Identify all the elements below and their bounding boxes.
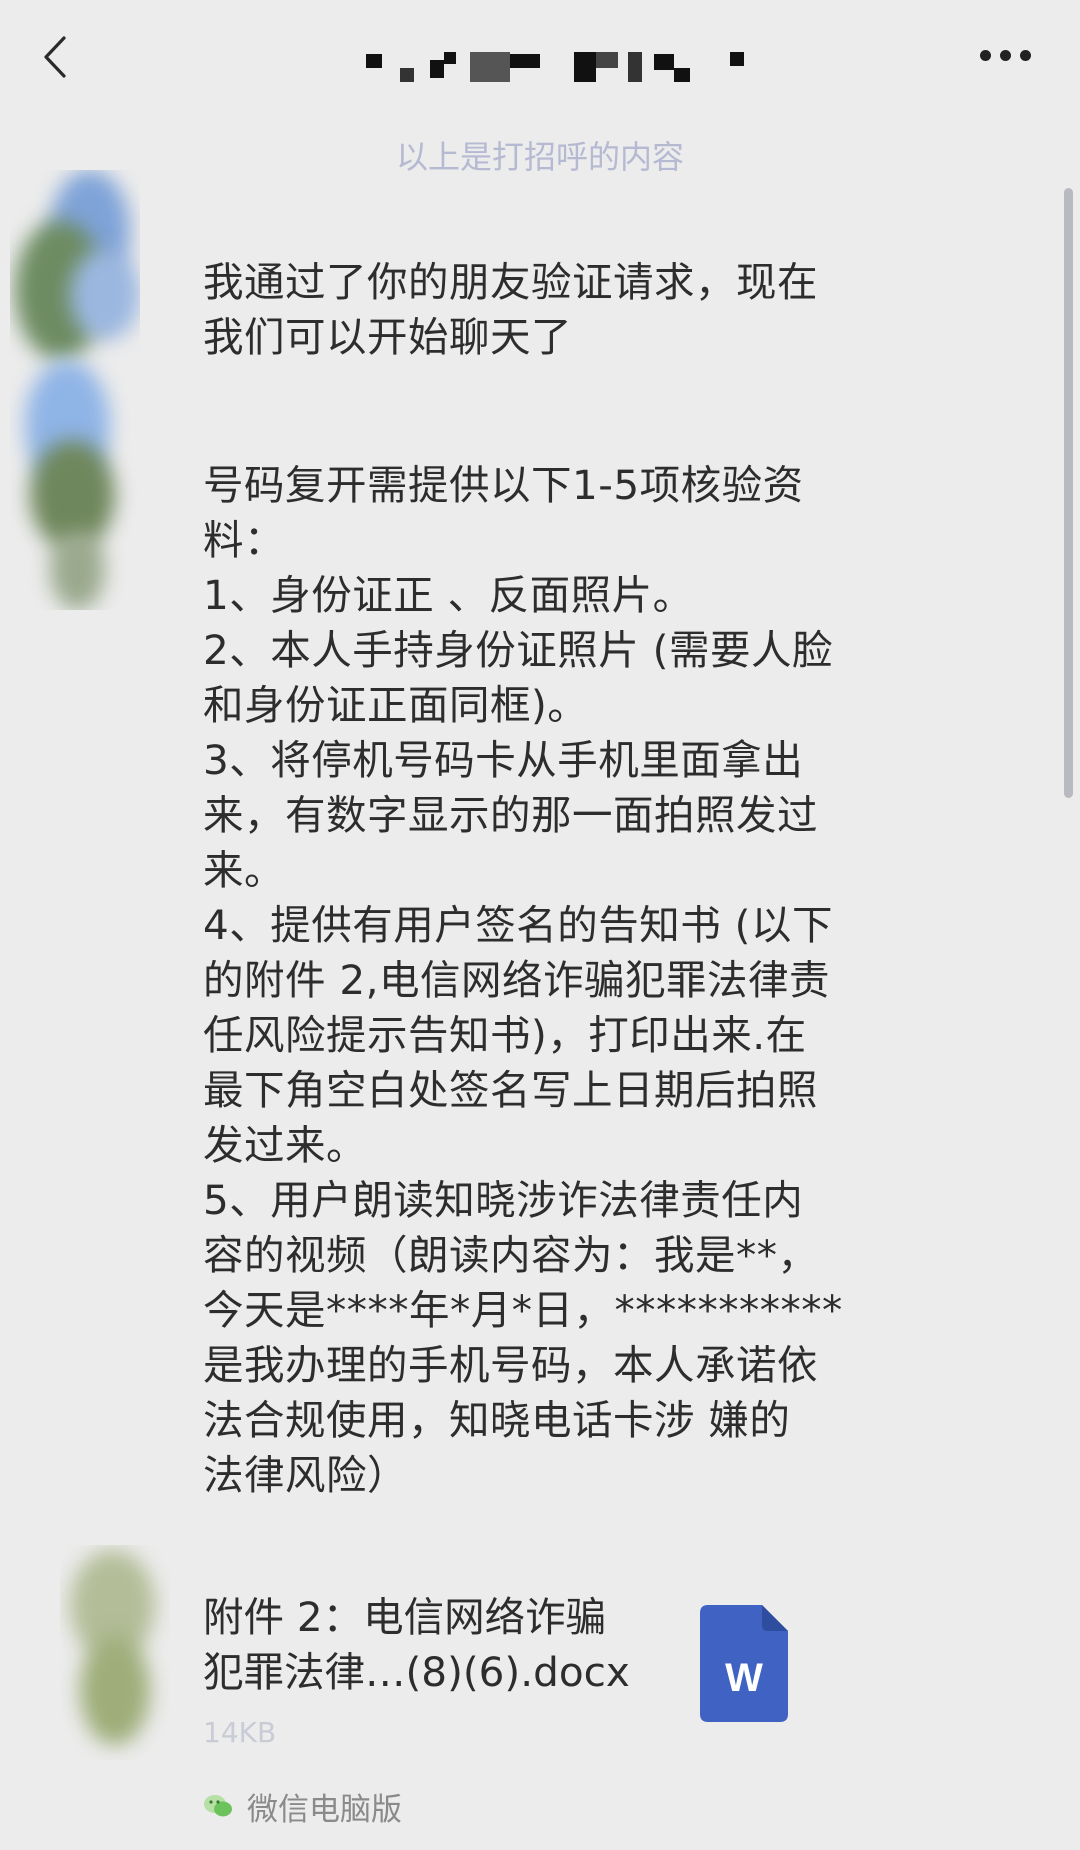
- chat-screen: 以上是打招呼的内容 我通过了你的朋友验证请求，现在 我们可以开始聊天了 号码复开…: [0, 0, 1080, 1850]
- chat-title-redacted: [360, 48, 760, 90]
- word-icon-letter: W: [725, 1656, 763, 1700]
- more-dots-icon: [980, 50, 991, 61]
- word-document-icon: W: [700, 1605, 788, 1722]
- system-notice: 以上是打招呼的内容: [395, 138, 684, 176]
- wechat-icon: [204, 1795, 232, 1817]
- file-size: 14KB: [203, 1716, 277, 1749]
- contact-avatar[interactable]: [60, 1545, 170, 1760]
- source-tag: 微信电脑版: [203, 1784, 402, 1828]
- chat-message-1: 我通过了你的朋友验证请求，现在 我们可以开始聊天了: [203, 258, 818, 361]
- contact-avatar[interactable]: [10, 170, 140, 610]
- file-attachment-card[interactable]: 附件 2：电信网络诈骗 犯罪法律…(8)(6).docx 14KB W: [203, 1590, 823, 1750]
- chat-message-2: 号码复开需提供以下1-5项核验资 料： 1、身份证正 、反面照片。 2、本人手持…: [203, 461, 843, 1499]
- source-label: 微信电脑版: [247, 1791, 402, 1828]
- chevron-left-icon: [44, 36, 66, 78]
- scrollbar[interactable]: [1064, 188, 1073, 798]
- file-name: 附件 2：电信网络诈骗 犯罪法律…(8)(6).docx: [203, 1593, 630, 1696]
- back-button[interactable]: [40, 34, 80, 80]
- more-button[interactable]: [980, 50, 1036, 64]
